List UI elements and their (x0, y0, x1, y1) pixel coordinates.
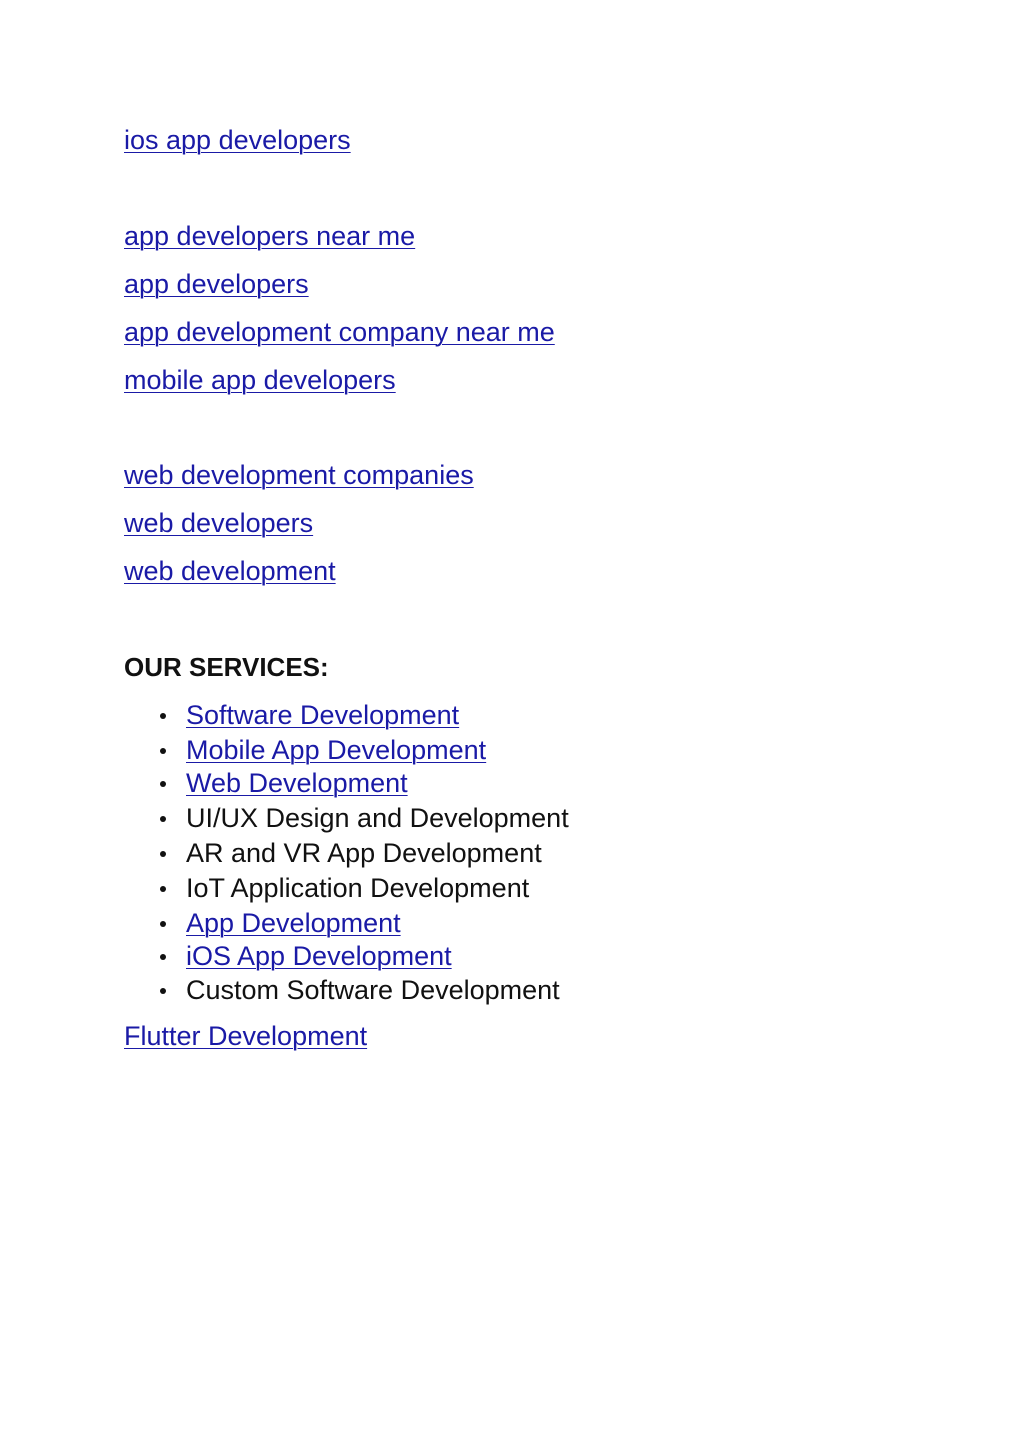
service-link-ios-app-development[interactable]: iOS App Development (186, 939, 452, 973)
bullet-icon (160, 781, 166, 787)
link-web-developers[interactable]: web developers (124, 507, 313, 539)
link-web-development-companies[interactable]: web development companies (124, 459, 474, 491)
link-mobile-app-developers[interactable]: mobile app developers (124, 364, 396, 396)
bullet-icon (160, 748, 166, 754)
service-link-app-development[interactable]: App Development (186, 906, 401, 940)
link-app-developers-near-me[interactable]: app developers near me (124, 220, 415, 252)
link-ios-app-developers[interactable]: ios app developers (124, 124, 351, 156)
services-heading: OUR SERVICES: (124, 652, 329, 682)
link-flutter-development[interactable]: Flutter Development (124, 1020, 367, 1052)
bullet-icon (160, 816, 166, 822)
service-link-web-development[interactable]: Web Development (186, 766, 408, 800)
bullet-icon (160, 988, 166, 994)
service-text-iot-application-development: IoT Application Development (186, 873, 530, 903)
service-link-mobile-app-development[interactable]: Mobile App Development (186, 733, 486, 767)
service-link-software-development[interactable]: Software Development (186, 698, 459, 732)
service-text-ar-vr-app-development: AR and VR App Development (186, 838, 542, 868)
service-text-custom-software-development: Custom Software Development (186, 975, 560, 1005)
bullet-icon (160, 851, 166, 857)
link-app-developers[interactable]: app developers (124, 268, 309, 300)
bullet-icon (160, 921, 166, 927)
service-text-ui-ux-design: UI/UX Design and Development (186, 803, 569, 833)
bullet-icon (160, 886, 166, 892)
bullet-icon (160, 713, 166, 719)
document-page: ios app developers app developers near m… (124, 0, 1004, 1447)
link-app-development-company-near-me[interactable]: app development company near me (124, 316, 555, 348)
bullet-icon (160, 954, 166, 960)
link-web-development[interactable]: web development (124, 555, 336, 587)
